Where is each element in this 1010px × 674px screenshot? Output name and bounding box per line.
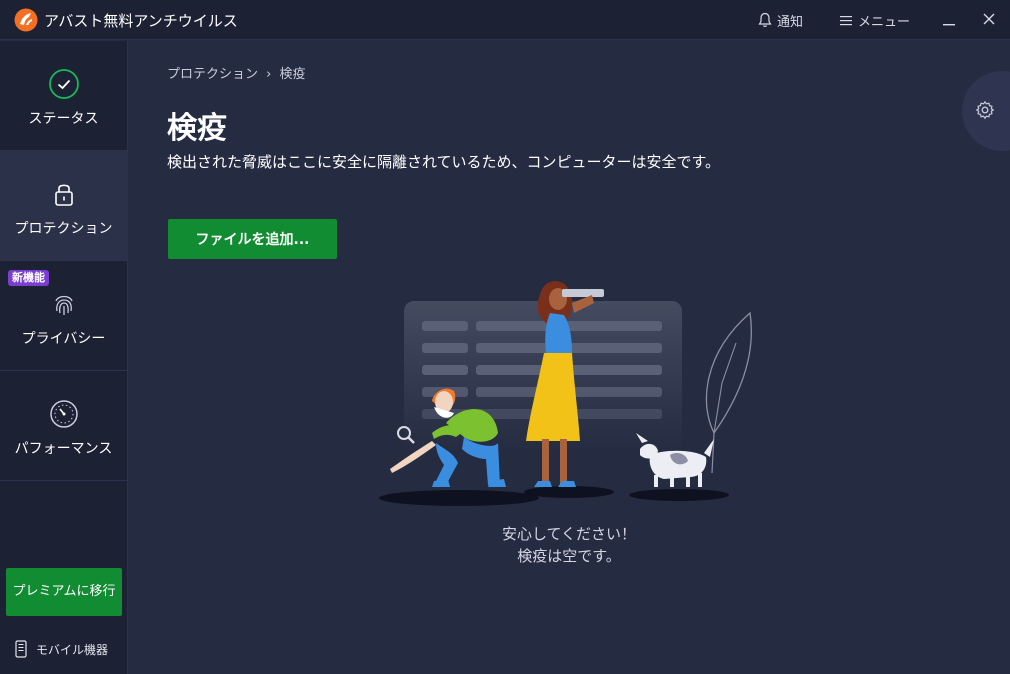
add-file-button[interactable]: ファイルを追加...: [168, 219, 337, 259]
sidebar-item-performance[interactable]: パフォーマンス: [0, 371, 127, 481]
main-content: プロテクション › 検疫 検疫 検出された脅威はここに安全に隔離されているため、…: [129, 41, 1010, 674]
sidebar-item-privacy[interactable]: 新機能 プライバシー: [0, 261, 127, 371]
sidebar-item-label: ステータス: [28, 111, 99, 127]
settings-button[interactable]: [962, 71, 1010, 151]
sidebar-item-label: パフォーマンス: [14, 441, 113, 457]
empty-state-message: 安心してください！ 検疫は空です。: [399, 523, 739, 567]
app-title: アバスト無料アンチウイルス: [44, 12, 238, 30]
breadcrumb-separator: ›: [266, 67, 272, 82]
bell-icon: [758, 12, 772, 27]
lock-icon: [55, 184, 73, 206]
page-title: 検疫: [167, 111, 227, 146]
new-feature-badge: 新機能: [8, 270, 49, 286]
notifications-button[interactable]: 通知: [758, 10, 803, 30]
breadcrumb-protection-link[interactable]: プロテクション: [167, 63, 258, 82]
mobile-devices-link[interactable]: モバイル機器: [14, 639, 108, 659]
sidebar-item-label: プライバシー: [21, 331, 106, 347]
empty-quarantine-illustration: [379, 281, 753, 506]
go-premium-button[interactable]: プレミアムに移行: [6, 568, 122, 616]
empty-state-line-2: 検疫は空です。: [517, 547, 621, 565]
empty-state-line-1: 安心してください！: [501, 525, 637, 543]
page-description: 検出された脅威はここに安全に隔離されているため、コンピューターは安全です。: [167, 153, 721, 171]
minimize-icon[interactable]: [938, 10, 960, 30]
check-circle-icon: [49, 69, 79, 99]
sidebar: ステータス プロテクション 新機能 プライバシー パフォーマンス プレミアムに移…: [0, 41, 128, 674]
sidebar-item-protection[interactable]: プロテクション: [0, 151, 127, 261]
avast-logo-icon: [14, 8, 38, 32]
breadcrumb-current: 検疫: [279, 67, 306, 82]
close-icon[interactable]: [978, 10, 1000, 30]
speedometer-icon: [50, 400, 78, 428]
smartphone-icon: [15, 640, 27, 658]
menu-button[interactable]: メニュー: [840, 10, 910, 30]
sidebar-item-status[interactable]: ステータス: [0, 41, 127, 151]
fingerprint-icon: [55, 295, 73, 315]
hamburger-icon: [840, 15, 852, 25]
title-bar: アバスト無料アンチウイルス 通知 メニュー: [0, 0, 1010, 40]
breadcrumb: プロテクション › 検疫: [167, 63, 306, 82]
sidebar-item-label: プロテクション: [14, 221, 113, 237]
menu-label: メニュー: [858, 14, 911, 30]
gear-icon: [975, 100, 995, 120]
mobile-devices-label: モバイル機器: [36, 642, 109, 657]
notifications-label: 通知: [777, 14, 804, 30]
